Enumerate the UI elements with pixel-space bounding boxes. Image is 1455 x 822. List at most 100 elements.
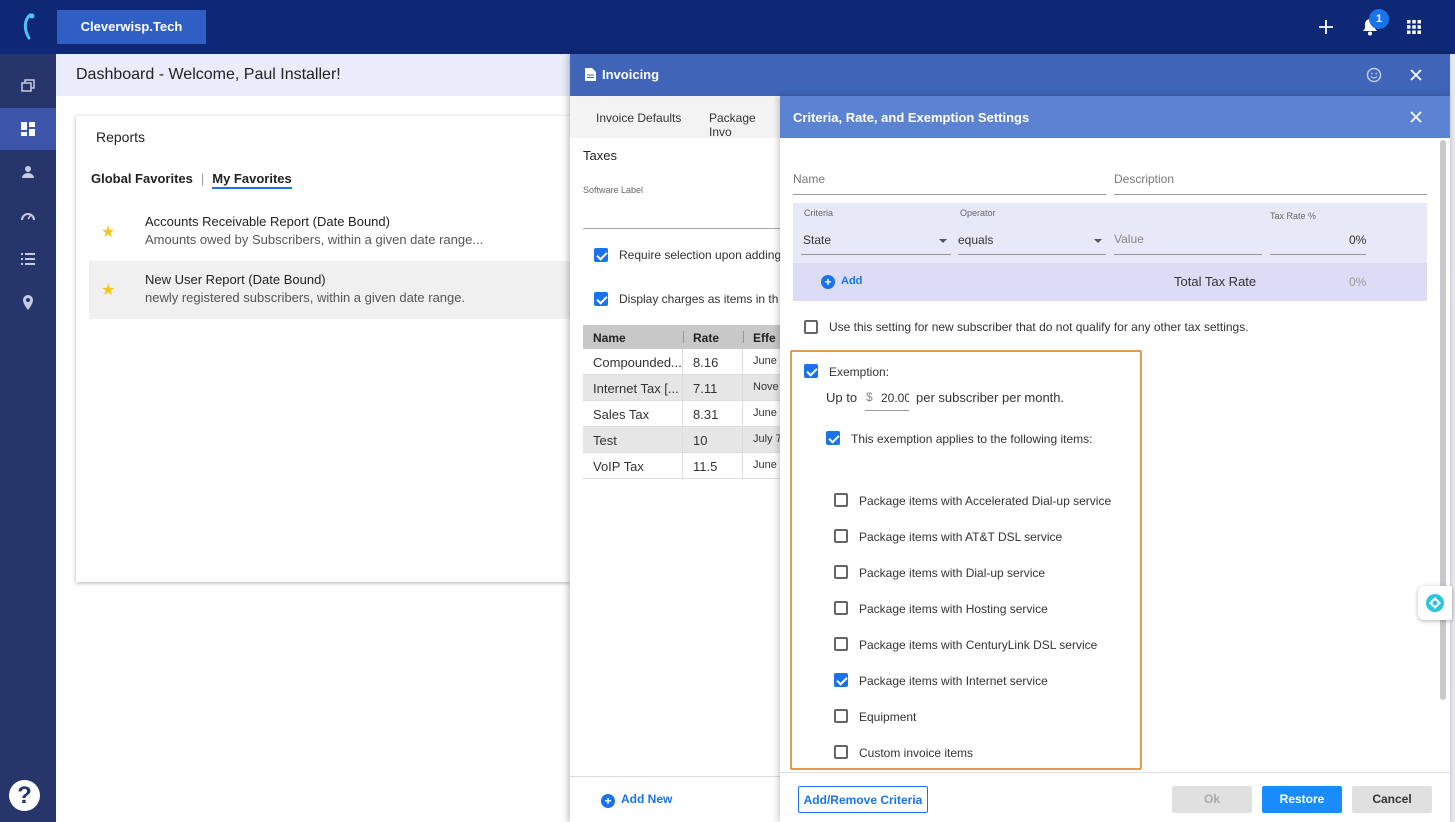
table-row[interactable]: Compounded... 8.16 June [583, 349, 780, 375]
tab-separator: | [200, 171, 205, 186]
tax-effective: June [753, 355, 777, 367]
applies-checkbox[interactable] [826, 431, 840, 445]
report-item[interactable]: ★ Accounts Receivable Report (Date Bound… [89, 203, 570, 261]
item-checkbox[interactable] [834, 565, 848, 579]
item-checkbox[interactable] [834, 637, 848, 651]
exemption-section: Exemption: Up to $ 20.00 per subscriber … [790, 350, 1142, 770]
nav-user-icon[interactable] [0, 151, 56, 193]
item-label: Equipment [859, 710, 917, 724]
chevron-down-icon[interactable] [939, 239, 947, 243]
criteria-title: Criteria, Rate, and Exemption Settings [793, 110, 1030, 125]
software-label-input[interactable] [583, 228, 780, 229]
item-label: Custom invoice items [859, 746, 974, 760]
name-placeholder[interactable]: Name [793, 172, 825, 186]
column-rate[interactable]: Rate [693, 331, 719, 345]
tax-effective: Nove [753, 381, 779, 393]
software-label: Software Label [583, 185, 644, 195]
tab-global-favorites[interactable]: Global Favorites [91, 171, 193, 186]
close-icon[interactable] [1410, 69, 1422, 81]
cancel-button[interactable]: Cancel [1352, 786, 1432, 813]
taxes-heading: Taxes [583, 148, 617, 163]
close-icon[interactable] [1410, 111, 1422, 123]
apps-grid-icon[interactable] [1402, 15, 1426, 39]
add-remove-criteria-button[interactable]: Add/Remove Criteria [798, 786, 928, 813]
app-logo-icon[interactable] [18, 12, 40, 40]
table-row[interactable]: Internet Tax [... 7.11 Nove [583, 375, 780, 401]
smiley-icon[interactable] [1366, 67, 1382, 83]
add-new-button[interactable]: + Add New [601, 792, 672, 808]
tax-effective: July 7 [753, 433, 782, 445]
help-icon[interactable]: ? [9, 780, 40, 811]
report-title: New User Report (Date Bound) [145, 272, 326, 287]
table-row[interactable]: VoIP Tax 11.5 June [583, 453, 780, 479]
tax-rate-value[interactable]: 0% [1349, 233, 1366, 247]
nav-gauge-icon[interactable] [0, 194, 56, 236]
add-new-label: Add New [621, 792, 673, 806]
tax-rate-input[interactable] [1270, 254, 1366, 255]
item-checkbox[interactable] [834, 745, 848, 759]
star-icon[interactable]: ★ [101, 280, 115, 300]
criteria-grid: Criteria State Operator equals Value Tax… [793, 203, 1427, 263]
name-input[interactable] [793, 194, 1106, 195]
add-button[interactable]: + Add [821, 275, 862, 289]
assistant-widget-icon[interactable] [1418, 586, 1452, 620]
nav-dashboard-icon[interactable] [0, 108, 56, 150]
total-tax-rate-label: Total Tax Rate [1174, 274, 1257, 289]
nav-list-icon[interactable] [0, 238, 56, 280]
tax-rate: 11.5 [693, 459, 718, 474]
exemption-amount-input[interactable]: 20.00 [881, 391, 909, 405]
plus-circle-icon: + [601, 794, 615, 808]
nav-location-icon[interactable] [0, 281, 56, 323]
item-checkbox[interactable] [834, 529, 848, 543]
currency-symbol: $ [866, 390, 873, 404]
tab-my-favorites[interactable]: My Favorites [212, 171, 292, 189]
criteria-select-value[interactable]: State [803, 233, 831, 247]
item-checkbox[interactable] [834, 601, 848, 615]
invoicing-title: Invoicing [602, 67, 660, 82]
value-placeholder[interactable]: Value [1114, 232, 1144, 246]
star-icon[interactable]: ★ [101, 222, 115, 242]
require-selection-checkbox[interactable] [594, 248, 608, 262]
description-placeholder[interactable]: Description [1114, 172, 1174, 186]
operator-select-value[interactable]: equals [958, 233, 993, 247]
tax-rate-label: Tax Rate % [1270, 211, 1317, 221]
criteria-select[interactable] [801, 254, 951, 255]
report-description: Amounts owed by Subscribers, within a gi… [145, 232, 484, 247]
notification-badge[interactable]: 1 [1369, 9, 1389, 29]
nav-copy-icon[interactable] [0, 65, 56, 107]
criteria-label: Criteria [804, 208, 834, 218]
item-label: Package items with Accelerated Dial-up s… [859, 494, 1112, 508]
column-name[interactable]: Name [593, 331, 626, 345]
top-bar: Cleverwisp.Tech 1 [0, 0, 1455, 54]
display-charges-checkbox[interactable] [594, 292, 608, 306]
table-row[interactable]: Sales Tax 8.31 June [583, 401, 780, 427]
operator-select[interactable] [958, 254, 1106, 255]
column-effective[interactable]: Effe [753, 331, 776, 345]
item-label: Package items with CenturyLink DSL servi… [859, 638, 1098, 652]
table-row[interactable]: Test 10 July 7 [583, 427, 782, 453]
tax-rate: 10 [693, 433, 708, 448]
item-checkbox[interactable] [834, 709, 848, 723]
per-subscriber-label: per subscriber per month. [916, 390, 1065, 405]
tax-name: Sales Tax [593, 407, 650, 422]
dashboard-header: Dashboard - Welcome, Paul Installer! [56, 54, 570, 96]
new-subscriber-checkbox[interactable] [804, 320, 818, 334]
table-header: Name Rate Effe [583, 325, 780, 349]
chevron-down-icon[interactable] [1094, 239, 1102, 243]
org-selector-button[interactable]: Cleverwisp.Tech [57, 10, 206, 44]
tab-invoice-defaults[interactable]: Invoice Defaults [596, 111, 681, 125]
ok-button[interactable]: Ok [1172, 786, 1252, 813]
tax-name: Compounded... [593, 355, 681, 370]
exemption-checkbox[interactable] [804, 364, 818, 378]
left-nav [0, 54, 56, 822]
report-item[interactable]: ★ New User Report (Date Bound) newly reg… [89, 261, 570, 319]
tax-name: Internet Tax [... [593, 381, 679, 396]
item-checkbox[interactable] [834, 493, 848, 507]
tab-package-invoicing[interactable]: Package Invo [709, 111, 780, 139]
item-checkbox[interactable] [834, 673, 848, 687]
add-label: Add [841, 275, 863, 287]
restore-button[interactable]: Restore [1262, 786, 1342, 813]
description-input[interactable] [1114, 194, 1427, 195]
value-input[interactable] [1114, 254, 1262, 255]
plus-icon[interactable] [1314, 15, 1338, 39]
